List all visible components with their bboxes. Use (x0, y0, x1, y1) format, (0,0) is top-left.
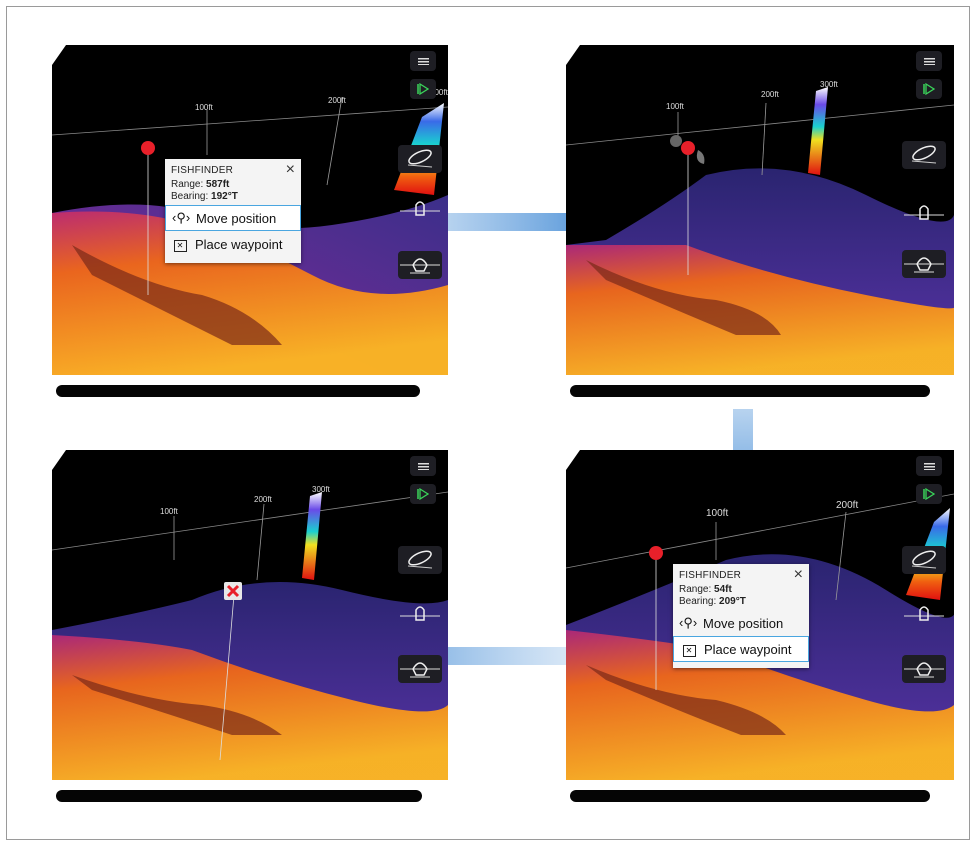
popup-title: FISHFINDER (679, 569, 741, 581)
range-label-200: 200ft (254, 495, 273, 504)
sonar-panel-bottom-left: 100ft 200ft 300ft (52, 450, 448, 814)
waypoint-x-icon[interactable] (224, 582, 242, 600)
boat-top-icon (911, 550, 937, 569)
range-label-100: 100ft (666, 102, 685, 111)
boat-side-button[interactable] (902, 600, 946, 628)
range-row: Range: 54ft (679, 584, 732, 595)
boat-side-icon (904, 606, 944, 621)
play-button[interactable] (410, 484, 436, 504)
range-label-200: 200ft (761, 90, 780, 99)
bearing-row: Bearing: 209°T (679, 596, 746, 607)
boat-front-button[interactable] (902, 250, 946, 278)
boat-top-button[interactable] (398, 145, 442, 173)
menu-icon (417, 57, 429, 65)
boat-front-icon (904, 662, 944, 678)
boat-front-button[interactable] (902, 655, 946, 683)
boat-front-icon (400, 662, 440, 678)
boat-front-icon (400, 258, 440, 274)
boat-side-icon (904, 205, 944, 220)
range-label-200: 200ft (836, 500, 858, 511)
menu-button[interactable] (410, 51, 436, 71)
fishfinder-popup: FISHFINDER × Range: 54ft Bearing: 209°T … (673, 564, 809, 668)
menu-icon (923, 462, 935, 470)
popup-title: FISHFINDER (171, 164, 233, 176)
boat-front-button[interactable] (398, 251, 442, 279)
move-position-icon: ‹⚲› (679, 615, 698, 630)
range-label-200: 200ft (328, 96, 347, 105)
boat-top-icon (407, 149, 433, 168)
menu-button[interactable] (916, 51, 942, 71)
boat-top-icon (911, 145, 937, 164)
play-icon (417, 83, 429, 95)
move-position-icon: ‹⚲› (172, 210, 191, 225)
boat-side-button[interactable] (902, 199, 946, 227)
move-position-option[interactable]: ‹⚲› Move position (165, 205, 301, 231)
range-label-100: 100ft (160, 507, 179, 516)
play-icon (417, 488, 429, 500)
bearing-row: Bearing: 192°T (171, 191, 238, 202)
menu-button[interactable] (916, 456, 942, 476)
boat-top-icon (407, 550, 433, 569)
fishfinder-marker[interactable] (649, 546, 663, 560)
fishfinder-marker[interactable] (141, 141, 155, 155)
place-waypoint-option[interactable]: ✕ Place waypoint (165, 231, 301, 257)
scrollbar[interactable] (570, 790, 930, 802)
play-button[interactable] (410, 79, 436, 99)
scrollbar[interactable] (56, 385, 420, 397)
boat-top-button[interactable] (902, 141, 946, 169)
sonar-view: 100ft 200ft 300ft (566, 45, 954, 409)
boat-front-button[interactable] (398, 655, 442, 683)
close-icon[interactable]: × (794, 567, 803, 583)
close-icon[interactable]: × (286, 162, 295, 178)
play-button[interactable] (916, 79, 942, 99)
boat-side-button[interactable] (398, 600, 442, 628)
play-icon (923, 488, 935, 500)
place-waypoint-option[interactable]: ✕ Place waypoint (673, 636, 809, 662)
boat-top-button[interactable] (398, 546, 442, 574)
play-button[interactable] (916, 484, 942, 504)
range-row: Range: 587ft (171, 179, 230, 190)
boat-top-button[interactable] (902, 546, 946, 574)
menu-icon (923, 57, 935, 65)
range-label-100: 100ft (706, 508, 728, 519)
range-label-300: 300ft (820, 80, 839, 89)
sonar-panel-top-right: 100ft 200ft 300ft (566, 45, 954, 409)
scrollbar[interactable] (570, 385, 930, 397)
waypoint-icon: ✕ (680, 641, 698, 657)
boat-front-icon (904, 257, 944, 273)
scrollbar[interactable] (56, 790, 422, 802)
menu-icon (417, 462, 429, 470)
ghost-marker (670, 135, 682, 147)
fishfinder-marker[interactable] (681, 141, 695, 155)
menu-button[interactable] (410, 456, 436, 476)
boat-side-icon (400, 201, 440, 216)
boat-side-button[interactable] (398, 195, 442, 223)
waypoint-icon: ✕ (171, 236, 189, 252)
boat-side-icon (400, 606, 440, 621)
play-icon (923, 83, 935, 95)
fishfinder-popup: FISHFINDER × Range: 587ft Bearing: 192°T… (165, 159, 301, 263)
sonar-view: 100ft 200ft 300ft (52, 450, 448, 814)
range-label-100: 100ft (195, 103, 214, 112)
move-position-option[interactable]: ‹⚲› Move position (673, 610, 809, 636)
